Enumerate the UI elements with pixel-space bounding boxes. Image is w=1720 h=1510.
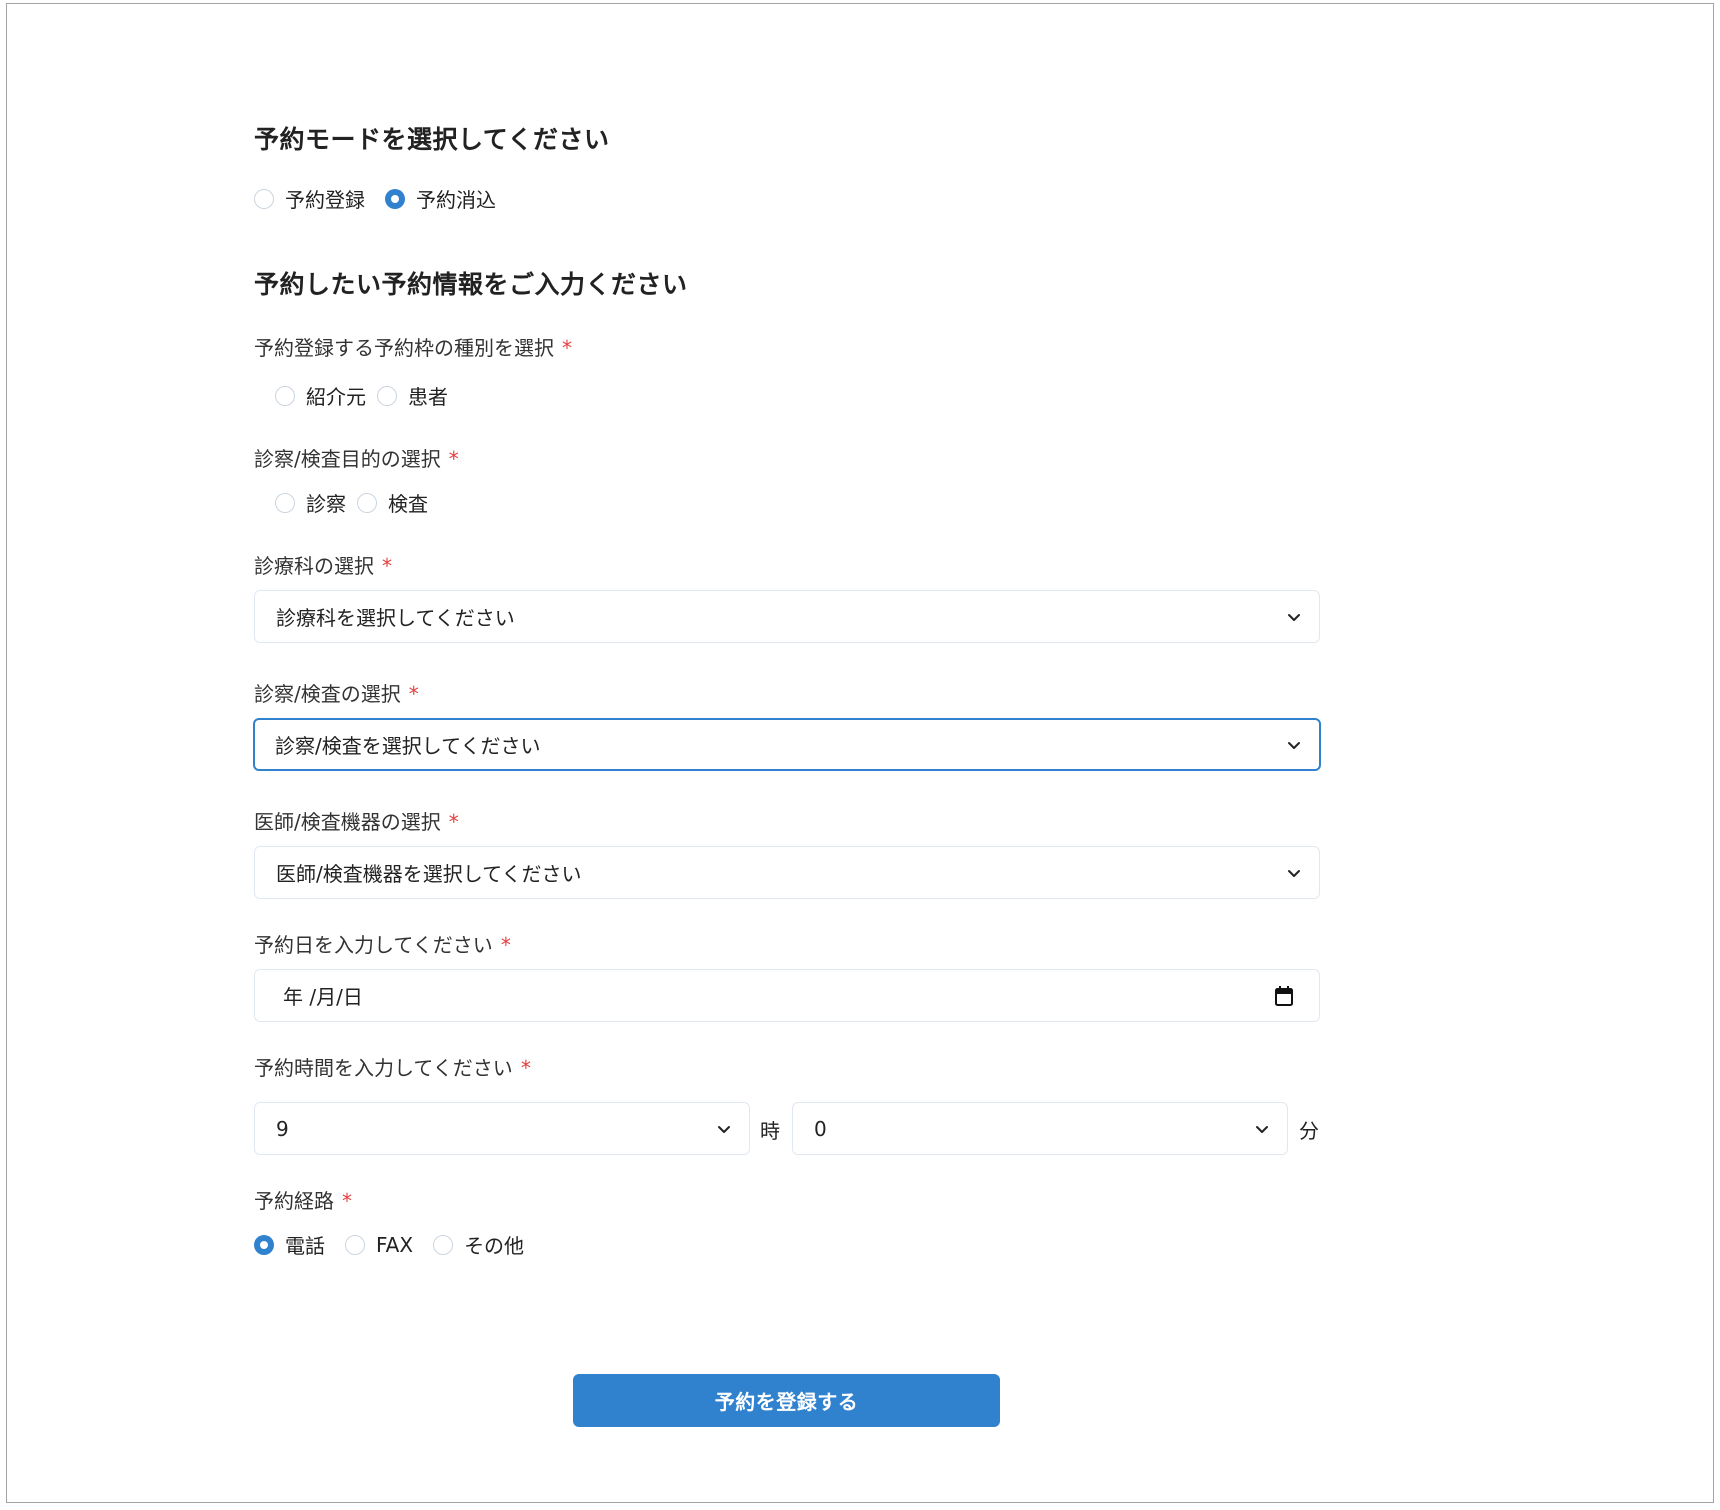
required-mark: * [500,933,511,957]
time-label: 予約時間を入力してください * [254,1052,531,1081]
department-label: 診療科の選択 * [254,550,392,579]
required-mark: * [342,1189,352,1213]
minute-select-value: 0 [814,1116,827,1141]
hour-select[interactable]: 9 [254,1102,750,1155]
date-input[interactable]: 年 /月/日 [254,969,1320,1022]
required-mark: * [448,810,459,834]
slot-type-radio-group: 紹介元 患者 [275,381,468,410]
slot-type-radio-referrer-label[interactable]: 紹介元 [306,381,366,410]
exam-label: 診察/検査の選択 * [254,678,419,707]
route-radio-fax[interactable] [345,1234,365,1255]
required-mark: * [562,336,572,360]
submit-button[interactable]: 予約を登録する [573,1374,1000,1427]
route-label: 予約経路 * [254,1185,352,1214]
doctor-select-value: 医師/検査機器を選択してください [276,862,582,886]
hour-unit: 時 [760,1119,780,1143]
route-radio-other-label[interactable]: その他 [464,1230,524,1259]
slot-type-radio-patient-label[interactable]: 患者 [408,381,448,410]
required-mark: * [408,682,419,706]
mode-radio-register[interactable] [254,188,274,209]
mode-radio-register-label[interactable]: 予約登録 [285,184,365,213]
required-mark: * [520,1056,531,1080]
mode-section-title: 予約モードを選択してください [254,125,610,154]
required-mark: * [448,447,459,471]
exam-label-text: 診察/検査の選択 [254,682,401,706]
doctor-label: 医師/検査機器の選択 * [254,806,459,835]
chevron-down-icon [1256,1125,1268,1133]
department-select[interactable]: 診療科を選択してください [254,590,1320,643]
purpose-radio-consultation-label[interactable]: 診察 [306,488,346,517]
date-input-value: 年 /月/日 [283,985,363,1009]
info-section-title: 予約したい予約情報をご入力ください [254,270,688,299]
route-radio-phone[interactable] [254,1234,274,1255]
slot-type-radio-referrer[interactable] [275,385,295,406]
purpose-radio-examination[interactable] [357,492,377,513]
purpose-radio-examination-label[interactable]: 検査 [388,488,428,517]
exam-select-value: 診察/検査を選択してください [275,734,541,758]
purpose-label: 診察/検査目的の選択 * [254,443,459,472]
department-select-value: 診療科を選択してください [276,606,515,630]
mode-radio-group: 予約登録 予約消込 [254,184,516,213]
department-label-text: 診療科の選択 [254,554,374,578]
route-radio-phone-label[interactable]: 電話 [285,1230,325,1259]
mode-radio-cancel[interactable] [385,188,405,209]
chevron-down-icon [1288,613,1300,621]
minute-unit: 分 [1299,1119,1319,1143]
date-label-text: 予約日を入力してください [254,933,493,957]
hour-select-value: 9 [276,1116,289,1141]
route-radio-group: 電話 FAX その他 [254,1230,544,1259]
calendar-icon[interactable] [1274,985,1294,1007]
chevron-down-icon [718,1125,730,1133]
purpose-label-text: 診察/検査目的の選択 [254,447,441,471]
doctor-select[interactable]: 医師/検査機器を選択してください [254,846,1320,899]
required-mark: * [382,554,392,578]
route-label-text: 予約経路 [254,1189,334,1213]
route-radio-fax-label[interactable]: FAX [376,1233,413,1257]
chevron-down-icon [1288,869,1300,877]
mode-radio-cancel-label[interactable]: 予約消込 [416,184,496,213]
route-radio-other[interactable] [433,1234,454,1255]
exam-select[interactable]: 診察/検査を選択してください [253,718,1321,771]
time-label-text: 予約時間を入力してください [254,1056,513,1080]
chevron-down-icon [1288,741,1300,749]
slot-type-label: 予約登録する予約枠の種別を選択 * [254,332,572,361]
purpose-radio-group: 診察 検査 [275,488,448,517]
slot-type-label-text: 予約登録する予約枠の種別を選択 [254,336,554,360]
slot-type-radio-patient[interactable] [377,385,397,406]
date-label: 予約日を入力してください * [254,929,511,958]
minute-select[interactable]: 0 [792,1102,1288,1155]
doctor-label-text: 医師/検査機器の選択 [254,810,441,834]
purpose-radio-consultation[interactable] [275,492,295,513]
